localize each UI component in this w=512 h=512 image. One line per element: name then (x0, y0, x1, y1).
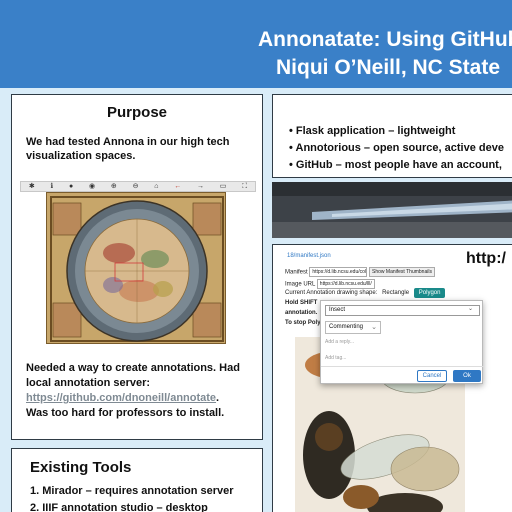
purpose-select[interactable]: Commenting ⌄ (325, 321, 381, 334)
stop-polygon-text: To stop Polyg (285, 320, 325, 326)
tag-input[interactable]: Add tag... (325, 355, 346, 361)
purpose-details: Needed a way to create annotations. Had … (26, 361, 258, 421)
list-item: 2. IIIF annotation studio – desktop (30, 502, 208, 512)
wand-icon[interactable]: ✱ (29, 182, 35, 191)
purpose-install: Was too hard for professors to install. (26, 407, 225, 419)
banner-author: Niqui O’Neill, NC State (276, 56, 501, 79)
show-thumbnails-button[interactable]: Show Manifest Thumbnails (369, 267, 435, 277)
annotate-repo-line: https://github.com/dnoneill/annotate. (26, 391, 258, 406)
ok-button[interactable]: Ok (453, 370, 481, 382)
list-item: • Flask application – lightweight (289, 125, 456, 137)
purpose-intro: We had tested Annona in our high tech vi… (26, 136, 230, 162)
existing-tools-panel: Existing Tools 1. Mirador – requires ann… (11, 448, 263, 512)
purpose-need: Needed a way to create annotations. Had … (26, 362, 240, 389)
manifest-url[interactable]: 18/manifest.json (287, 253, 331, 259)
home-icon[interactable]: ⌂ (154, 182, 158, 191)
features-panel: • Flask application – lightweight • Anno… (272, 94, 512, 178)
list-item: • Annotorious – open source, active deve (289, 142, 504, 154)
annotation-text-input[interactable]: Insect (325, 305, 480, 316)
viewer-toolbar: ✱ ℹ ● ◉ ⊕ ⊖ ⌂ ← → ▭ ⛶ (20, 181, 256, 192)
annotate-repo-link[interactable]: https://github.com/dnoneill/annotate (26, 392, 216, 404)
rectangle-button[interactable]: Rectangle (379, 289, 412, 297)
existing-tools-title: Existing Tools (30, 459, 132, 476)
divider (321, 366, 484, 367)
annotation-text: annotation. (285, 310, 318, 316)
purpose-title: Purpose (106, 104, 167, 121)
list-item: 1. Mirador – requires annotation server (30, 485, 234, 497)
title-banner: Annonatate: Using GitHub Niqui O’Neill, … (0, 0, 512, 88)
polygon-button[interactable]: Polygon (413, 288, 446, 298)
cancel-button[interactable]: Cancel (417, 370, 447, 382)
purpose-panel: Purpose We had tested Annona in our high… (11, 94, 263, 440)
hold-shift-text: Hold SHIFT (285, 300, 318, 306)
previous-icon[interactable]: ← (174, 182, 181, 191)
fullscreen-icon[interactable]: ⛶ (242, 182, 247, 191)
banner-title: Annonatate: Using GitHub (258, 28, 512, 51)
chevron-down-icon: ⌄ (371, 324, 377, 331)
existing-tools-list: 1. Mirador – requires annotation server … (30, 483, 234, 512)
purpose-select-value: Commenting (329, 324, 364, 330)
annotation-editor-dialog: Insect ⌄ Commenting ⌄ Add a reply... Add… (320, 300, 484, 384)
manifest-label: Manifest (285, 269, 308, 276)
zoom-in-icon[interactable]: ⊕ (111, 182, 117, 191)
manifest-input[interactable]: https://d.lib.ncsu.edu/coll (309, 267, 368, 277)
eye-icon[interactable]: ◉ (89, 182, 95, 191)
http-link-text[interactable]: http:/ (466, 250, 506, 268)
link-period: . (216, 392, 220, 404)
manifest-row: Manifest https://d.lib.ncsu.edu/coll Sho… (285, 267, 435, 277)
zoom-out-icon[interactable]: ⊖ (133, 182, 139, 191)
list-item: • GitHub – most people have an account, (289, 159, 502, 171)
next-icon[interactable]: → (197, 182, 204, 191)
shape-row: Current Annotation drawing shape: Rectan… (285, 288, 446, 298)
panel-icon[interactable]: ▭ (220, 182, 227, 191)
tag-icon[interactable]: ● (69, 182, 73, 191)
features-list: • Flask application – lightweight • Anno… (289, 123, 504, 174)
info-icon[interactable]: ℹ (51, 182, 54, 191)
visualization-space-photo (272, 182, 512, 238)
close-icon[interactable]: ⌄ (468, 305, 473, 312)
celestial-map-image (46, 192, 226, 344)
reply-input[interactable]: Add a reply... (325, 339, 354, 345)
shape-label: Current Annotation drawing shape: (285, 290, 378, 296)
image-url-label: Image URL (285, 281, 316, 288)
